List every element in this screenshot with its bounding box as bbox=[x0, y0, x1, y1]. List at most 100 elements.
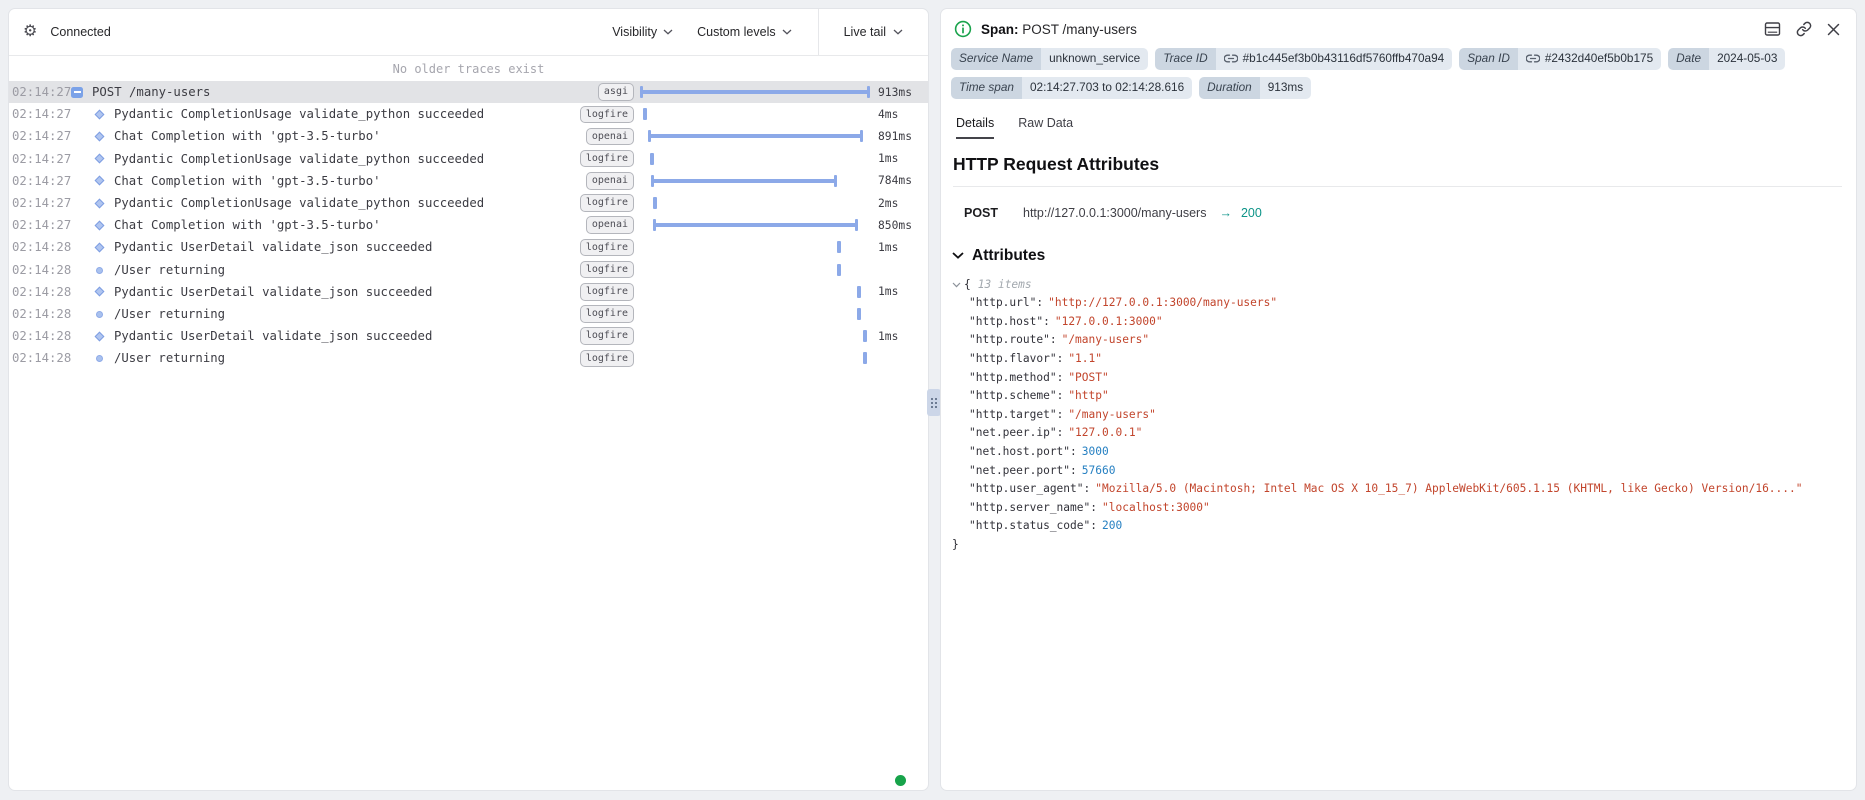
live-tail-label: Live tail bbox=[844, 25, 886, 39]
badge-label: Span ID bbox=[1459, 48, 1518, 70]
link-icon[interactable] bbox=[1224, 53, 1238, 64]
badge-label: Duration bbox=[1199, 77, 1260, 99]
custom-levels-label: Custom levels bbox=[697, 25, 776, 39]
json-attribute: "http.flavor":"1.1" bbox=[969, 350, 1842, 369]
row-timestamp: 02:14:27 bbox=[9, 152, 71, 166]
custom-levels-dropdown[interactable]: Custom levels bbox=[697, 25, 792, 39]
diamond-icon bbox=[93, 174, 106, 187]
http-method: POST bbox=[964, 206, 1008, 220]
trace-row[interactable]: 02:14:27 Chat Completion with 'gpt-3.5-t… bbox=[9, 170, 928, 192]
trace-row[interactable]: 02:14:27 Chat Completion with 'gpt-3.5-t… bbox=[9, 125, 928, 147]
trace-row[interactable]: 02:14:28 Pydantic UserDetail validate_js… bbox=[9, 236, 928, 258]
event-tick-bar bbox=[857, 286, 861, 298]
split-view-button[interactable] bbox=[1764, 21, 1781, 37]
trace-rows: 02:14:27 POST /many-users asgi 913ms 02:… bbox=[9, 81, 928, 369]
badge-label: Date bbox=[1668, 48, 1709, 70]
span-duration-bar bbox=[648, 134, 863, 138]
diamond-icon bbox=[93, 219, 106, 232]
badge-value: unknown_service bbox=[1041, 48, 1148, 70]
event-tick-bar bbox=[863, 330, 867, 342]
span-name: /User returning bbox=[114, 263, 580, 277]
trace-row[interactable]: 02:14:28 /User returning logfire bbox=[9, 303, 928, 325]
badge-value: 913ms bbox=[1260, 77, 1311, 99]
row-timestamp: 02:14:27 bbox=[9, 129, 71, 143]
row-timestamp: 02:14:28 bbox=[9, 240, 71, 254]
collapse-span-icon[interactable] bbox=[71, 86, 84, 99]
chevron-down-icon bbox=[663, 29, 673, 35]
trace-row[interactable]: 02:14:27 Pydantic CompletionUsage valida… bbox=[9, 148, 928, 170]
link-icon[interactable] bbox=[1526, 53, 1540, 64]
trace-list-panel: ⚙ Connected Visibility Custom levels Liv… bbox=[8, 8, 929, 791]
trace-row[interactable]: 02:14:27 Pydantic CompletionUsage valida… bbox=[9, 103, 928, 125]
json-attribute: "http.method":"POST" bbox=[969, 369, 1842, 388]
duration-timeline bbox=[640, 325, 872, 347]
trace-row[interactable]: 02:14:28 /User returning logfire bbox=[9, 259, 928, 281]
panel-resize-handle[interactable] bbox=[927, 389, 941, 416]
http-section-title: HTTP Request Attributes bbox=[941, 139, 1856, 175]
duration-label: 1ms bbox=[872, 330, 928, 343]
duration-timeline bbox=[640, 148, 872, 170]
badge-time-span: Time span 02:14:27.703 to 02:14:28.616 bbox=[951, 77, 1192, 99]
chevron-down-icon bbox=[893, 29, 903, 35]
trace-row[interactable]: 02:14:27 Chat Completion with 'gpt-3.5-t… bbox=[9, 214, 928, 236]
duration-timeline bbox=[640, 125, 872, 147]
close-button[interactable] bbox=[1827, 23, 1840, 36]
badge-trace-id: Trace ID #b1c445ef3b0b43116df5760ffb470a… bbox=[1155, 48, 1452, 70]
event-tick-bar bbox=[837, 264, 841, 276]
badge-value: #b1c445ef3b0b43116df5760ffb470a94 bbox=[1216, 48, 1453, 70]
event-tick-bar bbox=[650, 153, 654, 165]
badge-value: 02:14:27.703 to 02:14:28.616 bbox=[1022, 77, 1192, 99]
json-attribute: "http.host":"127.0.0.1:3000" bbox=[969, 313, 1842, 332]
tag-chip: asgi bbox=[598, 83, 634, 101]
json-collapse-caret[interactable] bbox=[952, 278, 964, 291]
duration-label: 1ms bbox=[872, 152, 928, 165]
duration-timeline bbox=[640, 81, 872, 103]
copy-link-button[interactable] bbox=[1796, 21, 1812, 37]
diamond-icon bbox=[93, 197, 106, 210]
trace-row[interactable]: 02:14:27 Pydantic CompletionUsage valida… bbox=[9, 192, 928, 214]
duration-label: 2ms bbox=[872, 197, 928, 210]
row-timestamp: 02:14:27 bbox=[9, 85, 71, 99]
badge-label: Trace ID bbox=[1155, 48, 1215, 70]
tab-details[interactable]: Details bbox=[956, 116, 994, 139]
live-tail-dropdown[interactable]: Live tail bbox=[818, 9, 928, 55]
span-name: Pydantic CompletionUsage validate_python… bbox=[114, 152, 580, 166]
visibility-dropdown[interactable]: Visibility bbox=[612, 25, 673, 39]
json-string-value: "localhost:3000" bbox=[1102, 501, 1210, 514]
json-string-value: "Mozilla/5.0 (Macintosh; Intel Mac OS X … bbox=[1095, 482, 1802, 495]
trace-row[interactable]: 02:14:28 /User returning logfire bbox=[9, 347, 928, 369]
trace-row[interactable]: 02:14:28 Pydantic UserDetail validate_js… bbox=[9, 325, 928, 347]
badge-value: #2432d40ef5b0b175 bbox=[1518, 48, 1661, 70]
tag-chip: logfire bbox=[580, 261, 634, 279]
badge-service-name: Service Name unknown_service bbox=[951, 48, 1148, 70]
live-indicator-dot bbox=[895, 775, 906, 786]
row-timestamp: 02:14:28 bbox=[9, 329, 71, 343]
span-name: Chat Completion with 'gpt-3.5-turbo' bbox=[114, 129, 580, 143]
badge-value: 2024-05-03 bbox=[1709, 48, 1785, 70]
json-string-value: "/many-users" bbox=[1068, 408, 1156, 421]
row-timestamp: 02:14:28 bbox=[9, 307, 71, 321]
json-attribute: "http.server_name":"localhost:3000" bbox=[969, 499, 1842, 518]
span-name: /User returning bbox=[114, 307, 580, 321]
json-attribute: "net.peer.ip":"127.0.0.1" bbox=[969, 424, 1842, 443]
http-url: http://127.0.0.1:3000/many-users bbox=[1023, 206, 1206, 220]
circle-icon bbox=[93, 307, 106, 320]
duration-timeline bbox=[640, 259, 872, 281]
span-duration-bar bbox=[640, 90, 870, 94]
span-name: Pydantic UserDetail validate_json succee… bbox=[114, 240, 580, 254]
diamond-icon bbox=[93, 241, 106, 254]
duration-label: 784ms bbox=[872, 174, 928, 187]
trace-row[interactable]: 02:14:27 POST /many-users asgi 913ms bbox=[9, 81, 928, 103]
json-item-count: 13 items bbox=[978, 278, 1032, 291]
span-name: Pydantic CompletionUsage validate_python… bbox=[114, 196, 580, 210]
tag-chip: openai bbox=[586, 172, 634, 190]
event-tick-bar bbox=[863, 352, 867, 364]
attributes-section-toggle[interactable]: Attributes bbox=[941, 220, 1856, 265]
trace-row[interactable]: 02:14:28 Pydantic UserDetail validate_js… bbox=[9, 281, 928, 303]
settings-gear-icon[interactable]: ⚙ bbox=[23, 24, 37, 40]
duration-label: 1ms bbox=[872, 285, 928, 298]
tab-raw-data[interactable]: Raw Data bbox=[1018, 116, 1073, 139]
json-attribute: "net.peer.port":57660 bbox=[969, 462, 1842, 481]
tag-chip: logfire bbox=[580, 106, 634, 124]
tag-chip: logfire bbox=[580, 194, 634, 212]
